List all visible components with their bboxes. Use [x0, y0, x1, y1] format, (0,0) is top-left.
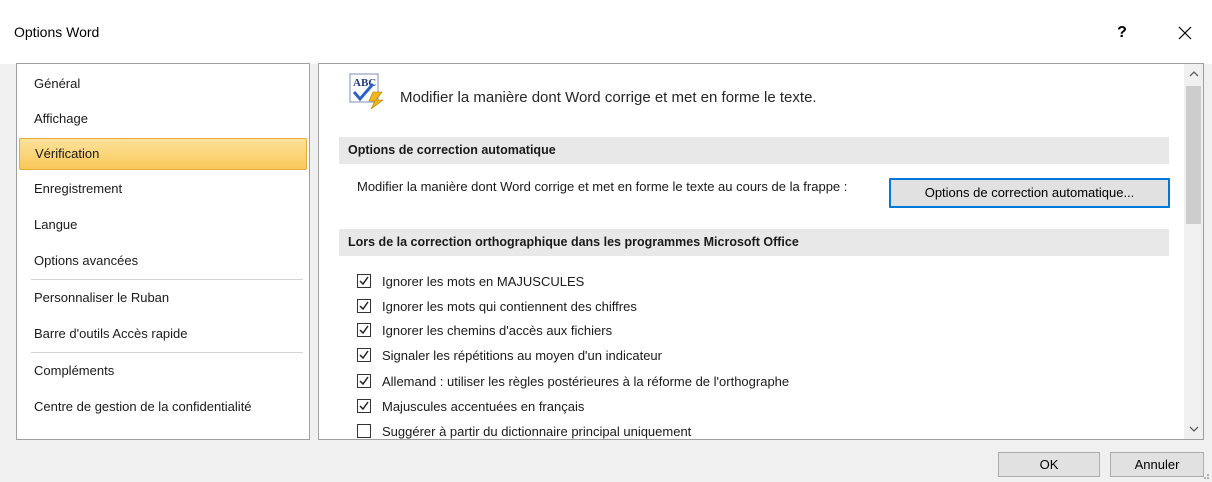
checkbox-checked[interactable] [357, 274, 371, 288]
abc-proofing-icon: ABC [349, 73, 384, 110]
chevron-up-icon [1189, 71, 1198, 77]
sidebar-divider [31, 279, 303, 280]
ok-button[interactable]: OK [998, 452, 1100, 477]
checkbox-checked[interactable] [357, 299, 371, 313]
svg-text:ABC: ABC [353, 77, 376, 89]
scroll-up-button[interactable] [1184, 64, 1203, 84]
checkmark-icon [359, 376, 369, 386]
content-panel: ABC Modifier la manière dont Word corrig… [318, 63, 1204, 440]
sidebar-item-enregistrement[interactable]: Enregistrement [19, 173, 307, 205]
autocorrect-description: Modifier la manière dont Word corrige et… [357, 179, 848, 194]
sidebar-divider [31, 352, 303, 353]
checkmark-icon [359, 325, 369, 335]
scroll-down-button[interactable] [1184, 419, 1203, 439]
option-label: Ignorer les mots qui contiennent des chi… [382, 298, 637, 314]
option-main-dictionary[interactable]: Suggérer à partir du dictionnaire princi… [357, 421, 1157, 439]
title-bar: Options Word ? [0, 0, 1212, 64]
close-button[interactable] [1160, 16, 1210, 50]
option-label: Suggérer à partir du dictionnaire princi… [382, 423, 692, 439]
sidebar-nav: Général Affichage Vérification Enregistr… [16, 63, 310, 440]
help-button[interactable]: ? [1098, 16, 1146, 50]
checkmark-icon [359, 276, 369, 286]
sidebar-item-acces-rapide[interactable]: Barre d'outils Accès rapide [19, 318, 307, 350]
option-label: Ignorer les mots en MAJUSCULES [382, 273, 585, 289]
option-flag-repeated[interactable]: Signaler les répétitions au moyen d'un i… [357, 345, 1157, 365]
sidebar-item-ruban[interactable]: Personnaliser le Ruban [19, 282, 307, 314]
section-header-autocorrect: Options de correction automatique [339, 137, 1169, 164]
checkbox-checked[interactable] [357, 323, 371, 337]
option-ignore-paths[interactable]: Ignorer les chemins d'accès aux fichiers [357, 320, 1157, 340]
autocorrect-options-button[interactable]: Options de correction automatique... [889, 178, 1170, 208]
close-icon [1178, 26, 1192, 40]
option-label: Majuscules accentuées en français [382, 398, 585, 414]
checkbox-checked[interactable] [357, 374, 371, 388]
sidebar-item-complements[interactable]: Compléments [19, 355, 307, 387]
page-title: Modifier la manière dont Word corrige et… [400, 89, 817, 106]
scrollbar-thumb[interactable] [1186, 86, 1201, 224]
sidebar-item-affichage[interactable]: Affichage [19, 103, 307, 135]
resize-grip-icon[interactable] [1200, 470, 1210, 480]
option-german-reform[interactable]: Allemand : utiliser les règles postérieu… [357, 371, 1157, 391]
option-label: Signaler les répétitions au moyen d'un i… [382, 347, 662, 363]
sidebar-item-verification[interactable]: Vérification [19, 138, 307, 170]
option-french-accents[interactable]: Majuscules accentuées en français [357, 396, 1157, 416]
sidebar-item-langue[interactable]: Langue [19, 209, 307, 241]
sidebar-item-options-avancees[interactable]: Options avancées [19, 245, 307, 277]
checkmark-icon [359, 401, 369, 411]
option-label: Allemand : utiliser les règles postérieu… [382, 373, 790, 389]
checkbox-checked[interactable] [357, 348, 371, 362]
chevron-down-icon [1189, 426, 1198, 432]
cancel-button[interactable]: Annuler [1110, 452, 1204, 477]
sidebar-item-general[interactable]: Général [19, 68, 307, 100]
option-ignore-numbers[interactable]: Ignorer les mots qui contiennent des chi… [357, 296, 1157, 316]
section-header-spelling: Lors de la correction orthographique dan… [339, 229, 1169, 256]
checkbox-checked[interactable] [357, 399, 371, 413]
sidebar-item-confidentialite[interactable]: Centre de gestion de la confidentialité [19, 391, 307, 423]
checkmark-icon [359, 301, 369, 311]
checkmark-icon [359, 350, 369, 360]
checkbox-unchecked[interactable] [357, 424, 371, 438]
option-ignore-uppercase[interactable]: Ignorer les mots en MAJUSCULES [357, 271, 1157, 291]
window-title: Options Word [14, 24, 100, 40]
option-label: Ignorer les chemins d'accès aux fichiers [382, 322, 613, 338]
vertical-scrollbar[interactable] [1184, 64, 1203, 439]
